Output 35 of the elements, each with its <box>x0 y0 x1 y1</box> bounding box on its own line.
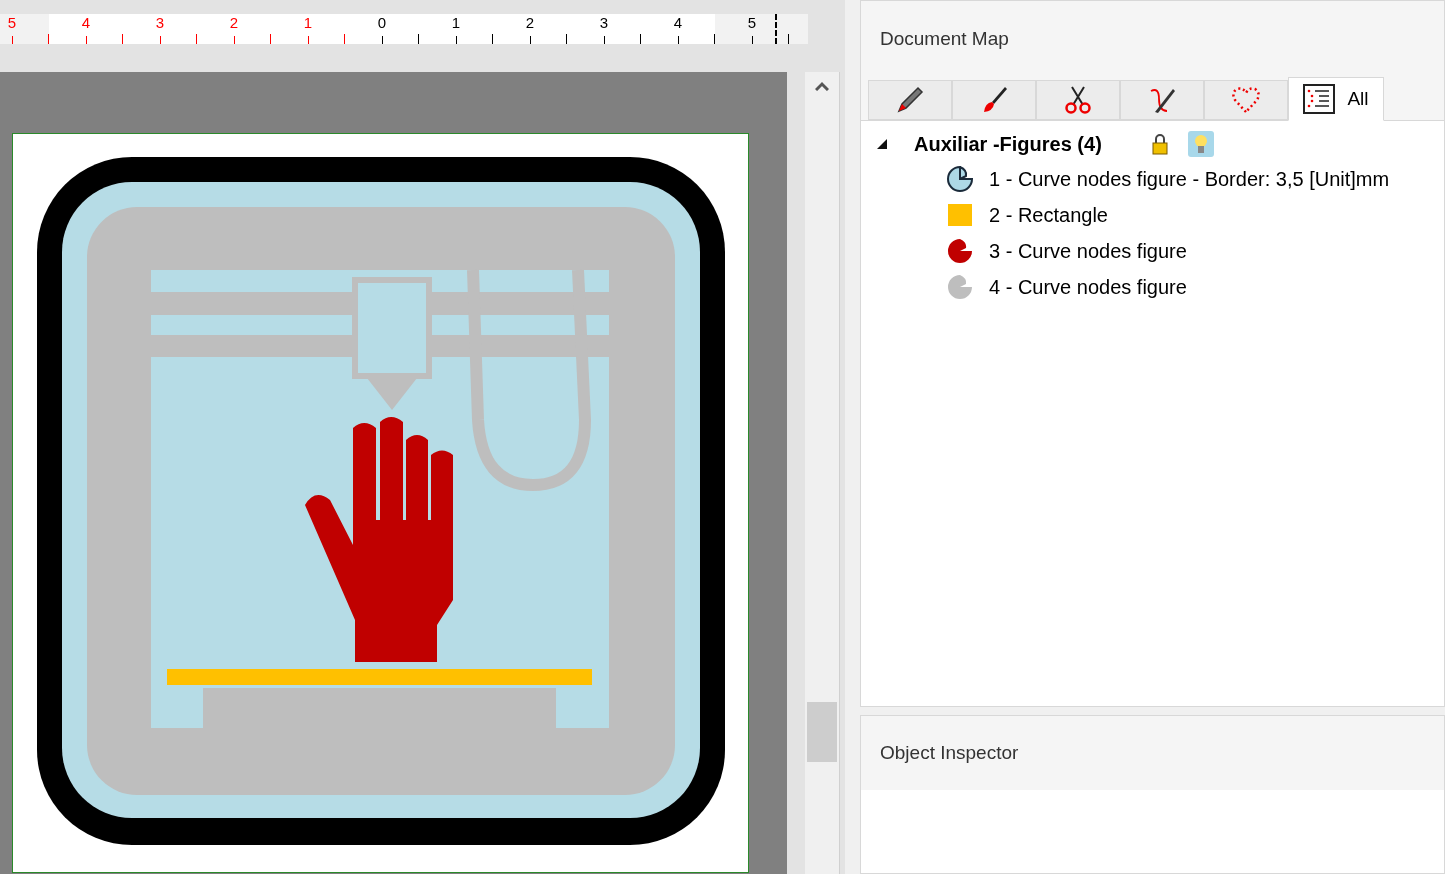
group-label[interactable]: Auxiliar -Figures (4) <box>914 129 1102 159</box>
dotted-heart-icon <box>1231 85 1261 115</box>
ruler-label: 2 <box>525 14 535 32</box>
tab[interactable] <box>952 80 1036 120</box>
chevron-up-icon <box>815 81 829 91</box>
tree-item[interactable]: 4 - Curve nodes figure <box>875 269 1444 305</box>
list-icon <box>1303 84 1336 114</box>
ruler-label: 3 <box>599 14 609 32</box>
vertical-scrollbar[interactable] <box>805 72 840 874</box>
triangle-icon <box>876 138 888 150</box>
ruler-marker <box>775 14 777 44</box>
expand-toggle[interactable] <box>875 137 889 151</box>
ruler-label: 2 <box>229 14 239 32</box>
ruler-label: 5 <box>747 14 757 32</box>
ruler-label: 3 <box>155 14 165 32</box>
tab[interactable] <box>1120 80 1204 120</box>
tree-item[interactable]: 1 - Curve nodes figure - Border: 3,5 [Unit]mm <box>875 161 1444 197</box>
ruler-label: 4 <box>81 14 91 32</box>
pencil-icon <box>895 85 925 115</box>
ruler-label: 1 <box>451 14 461 32</box>
padlock-icon[interactable] <box>1151 133 1168 155</box>
panel-title: Object Inspector <box>880 740 1019 765</box>
tab[interactable] <box>868 80 952 120</box>
tab[interactable] <box>1036 80 1120 120</box>
tree-item[interactable]: 3 - Curve nodes figure <box>875 233 1444 269</box>
ruler-label: 5 <box>7 14 17 32</box>
ruler-label: 1 <box>303 14 313 32</box>
panel-title: Document Map <box>880 26 1009 51</box>
lightbulb-icon[interactable] <box>1187 131 1214 157</box>
ruler-label: 4 <box>673 14 683 32</box>
scrollbar-thumb[interactable] <box>807 702 837 762</box>
ruler-label: 0 <box>377 14 387 32</box>
tab[interactable]: All <box>1288 77 1384 121</box>
tree-item[interactable]: 2 - Rectangle <box>875 197 1444 233</box>
scissors-icon <box>1063 85 1093 115</box>
